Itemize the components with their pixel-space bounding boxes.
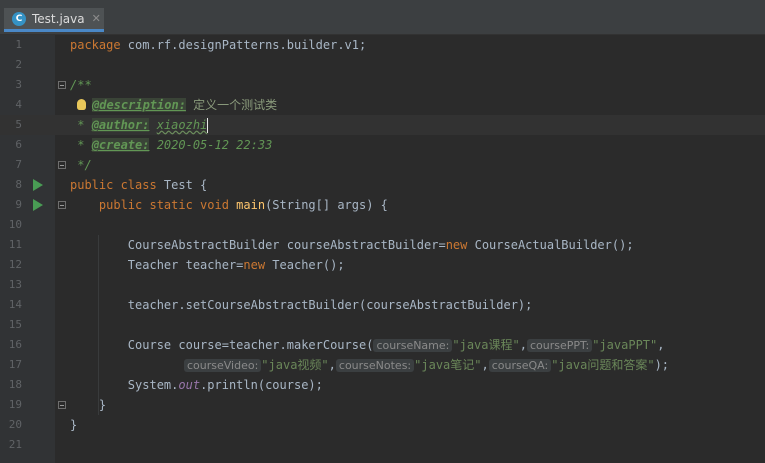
code-line: 1 package com.rf.designPatterns.builder.… [0, 35, 765, 55]
code-text: Teacher teacher=new Teacher(); [70, 258, 345, 272]
code-line: 6 * @create: 2020-05-12 22:33 [0, 135, 765, 155]
code-text: * @author: xiaozhi [70, 118, 209, 133]
line-number: 21 [8, 438, 22, 451]
param-hint: courseVideo: [184, 359, 262, 372]
run-main-icon[interactable] [33, 199, 43, 211]
line-number: 18 [8, 378, 22, 391]
close-icon[interactable]: ✕ [92, 12, 101, 25]
line-number: 5 [15, 118, 22, 131]
line-number: 20 [8, 418, 22, 431]
code-line: 3 /** [0, 75, 765, 95]
text-caret [207, 118, 209, 133]
line-number: 6 [15, 138, 22, 151]
code-line: 10 [0, 215, 765, 235]
code-text: } [70, 398, 107, 412]
code-text: courseVideo: "java视频", courseNotes: "java笔记… [184, 355, 669, 375]
run-class-icon[interactable] [33, 179, 43, 191]
line-number: 2 [15, 58, 22, 71]
code-line: 19 } [0, 395, 765, 415]
java-class-icon: C [12, 11, 26, 26]
line-number: 11 [8, 238, 22, 251]
line-number: 9 [15, 198, 22, 211]
code-line: 20 } [0, 415, 765, 435]
line-number: 3 [15, 78, 22, 91]
code-editor[interactable]: 1 package com.rf.designPatterns.builder.… [0, 35, 765, 463]
line-number: 8 [15, 178, 22, 191]
code-text: @description: 定义一个测试类 [92, 98, 278, 112]
tab-label: Test.java [32, 11, 85, 26]
code-text: public static void main(String[] args) { [70, 198, 388, 212]
code-line: 14 teacher.setCourseAbstractBuilder(cour… [0, 295, 765, 315]
param-hint: coursePPT: [526, 339, 593, 352]
code-text: System.out.println(course); [70, 378, 323, 392]
line-number: 10 [8, 218, 22, 231]
code-text: } [70, 418, 78, 432]
code-line: 15 [0, 315, 765, 335]
code-text: CourseAbstractBuilder courseAbstractBuil… [70, 238, 634, 252]
code-text: * @create: 2020-05-12 22:33 [70, 138, 273, 152]
line-number: 13 [8, 278, 22, 291]
fold-icon[interactable] [58, 201, 66, 209]
code-text: */ [70, 158, 92, 172]
code-line: 8 public class Test { [0, 175, 765, 195]
code-line: 13 [0, 275, 765, 295]
editor-tab-bar: C Test.java ✕ [0, 0, 765, 35]
param-hint: courseName: [373, 339, 453, 352]
param-hint: courseNotes: [335, 359, 415, 372]
code-line: 21 [0, 435, 765, 455]
code-text: Course course=teacher.makerCourse(course… [70, 338, 665, 352]
code-line: 7 */ [0, 155, 765, 175]
fold-icon[interactable] [58, 81, 66, 89]
code-line: 11 CourseAbstractBuilder courseAbstractB… [0, 235, 765, 255]
code-text: /** [70, 78, 92, 92]
line-number: 16 [8, 338, 22, 351]
line-number: 17 [8, 358, 22, 371]
code-line: 4 @description: 定义一个测试类 [0, 95, 765, 115]
line-number: 4 [15, 98, 22, 111]
line-number: 1 [15, 38, 22, 51]
code-line: 16 Course course=teacher.makerCourse(cou… [0, 335, 765, 355]
code-line: 9 public static void main(String[] args)… [0, 195, 765, 215]
fold-icon[interactable] [58, 401, 66, 409]
code-text: public class Test { [70, 178, 208, 192]
code-line: 12 Teacher teacher=new Teacher(); [0, 255, 765, 275]
line-number: 7 [15, 158, 22, 171]
line-number: 12 [8, 258, 22, 271]
tab-test-java[interactable]: C Test.java ✕ [4, 8, 104, 32]
code-text: package com.rf.designPatterns.builder.v1… [70, 38, 367, 52]
code-line: 2 [0, 55, 765, 75]
code-line: 17 courseVideo: "java视频", courseNotes: "jav… [0, 355, 765, 375]
line-number: 14 [8, 298, 22, 311]
lightbulb-icon[interactable] [77, 99, 86, 110]
code-text: teacher.setCourseAbstractBuilder(courseA… [70, 298, 533, 312]
code-line-current: 5 * @author: xiaozhi [0, 115, 765, 135]
code-line: 18 System.out.println(course); [0, 375, 765, 395]
line-number: 19 [8, 398, 22, 411]
fold-icon[interactable] [58, 161, 66, 169]
param-hint: courseQA: [488, 359, 552, 372]
line-number: 15 [8, 318, 22, 331]
